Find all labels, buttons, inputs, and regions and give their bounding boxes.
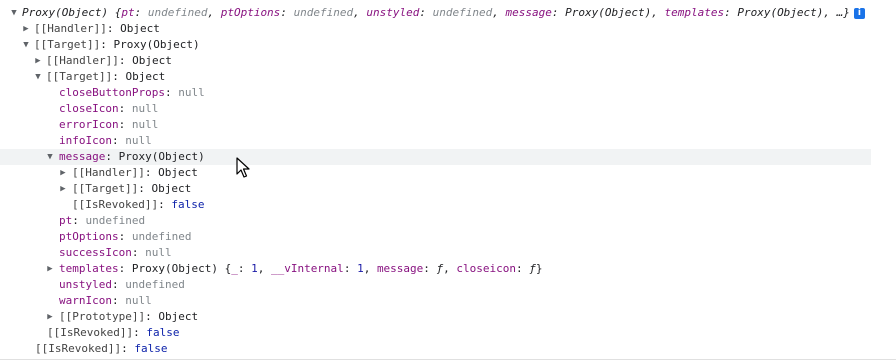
expanded-triangle-icon[interactable]: ▼ xyxy=(45,149,55,165)
property-value: Object xyxy=(132,54,172,67)
property-value: Proxy(Object) xyxy=(113,38,200,51)
proxy-summary-row[interactable]: ▼ Proxy(Object) {pt: undefined, ptOption… xyxy=(0,5,871,21)
collapsed-triangle-icon[interactable]: ▶ xyxy=(58,181,68,197)
handler-row[interactable]: ▶ [[Handler]]: Object xyxy=(0,21,871,37)
success-icon-row: successIcon: null xyxy=(59,246,172,259)
summary-key: pt xyxy=(121,6,135,19)
collapsed-triangle-icon[interactable]: ▶ xyxy=(21,21,31,37)
summary-prefix: Proxy(Object) { xyxy=(22,6,122,19)
property-key: warnIcon xyxy=(59,294,112,307)
property-key: infoIcon xyxy=(59,134,112,147)
property-value: null xyxy=(131,102,159,115)
prototype-row[interactable]: ▶ [[Prototype]]: Object xyxy=(0,309,871,325)
property-value: undefined xyxy=(85,214,146,227)
outer-revoked-row: [[IsRevoked]]: false xyxy=(35,342,168,355)
target-row[interactable]: ▼ [[Target]]: Proxy(Object) xyxy=(0,37,871,53)
collapsed-triangle-icon[interactable]: ▶ xyxy=(45,261,55,277)
property-key: successIcon xyxy=(59,246,132,259)
property-value: Object xyxy=(120,22,160,35)
summary-key: templates xyxy=(664,6,725,19)
property-key: [[IsRevoked]] xyxy=(35,342,122,355)
property-key: [[Handler]] xyxy=(46,54,119,67)
unstyled-row: unstyled: undefined xyxy=(59,278,185,291)
property-key: [[Handler]] xyxy=(34,22,107,35)
property-key: unstyled xyxy=(59,278,112,291)
property-value: Proxy(Object) xyxy=(118,150,205,163)
warn-icon-row: warnIcon: null xyxy=(59,294,152,307)
property-key: [[Prototype]] xyxy=(59,310,146,323)
property-value: Object xyxy=(125,70,166,83)
property-value: undefined xyxy=(125,278,185,291)
message-revoked-row: [[IsRevoked]]: false xyxy=(72,198,205,211)
property-value: undefined xyxy=(131,230,192,243)
property-value: null xyxy=(125,294,152,307)
property-value: false xyxy=(134,342,168,355)
summary-value: Proxy(Object) xyxy=(565,6,652,19)
summary-value: Proxy(Object) xyxy=(737,6,824,19)
property-key: message xyxy=(59,150,106,163)
pt-row: pt: undefined xyxy=(59,214,146,227)
inner-handler-row[interactable]: ▶ [[Handler]]: Object xyxy=(0,53,871,69)
property-key: [[Target]] xyxy=(46,70,113,83)
expanded-triangle-icon[interactable]: ▼ xyxy=(9,5,19,21)
property-key: [[Target]] xyxy=(72,182,139,195)
info-icon[interactable]: i xyxy=(853,7,865,19)
close-icon-row: closeIcon: null xyxy=(59,102,159,115)
collapsed-triangle-icon[interactable]: ▶ xyxy=(33,53,43,69)
inner-target-row[interactable]: ▼ [[Target]]: Object xyxy=(0,69,871,85)
close-button-props-row: closeButtonProps: null xyxy=(59,86,205,99)
message-row[interactable]: ▼ message: Proxy(Object) xyxy=(0,149,871,165)
summary-key: message xyxy=(505,6,552,19)
expanded-triangle-icon[interactable]: ▼ xyxy=(21,37,31,53)
property-value: Object xyxy=(158,166,198,179)
message-target-row[interactable]: ▶ [[Target]]: Object xyxy=(0,181,871,197)
summary-value: undefined xyxy=(147,6,208,19)
error-icon-row: errorIcon: null xyxy=(59,118,159,131)
collapsed-triangle-icon[interactable]: ▶ xyxy=(58,165,68,181)
summary-key: ptOptions xyxy=(220,6,281,19)
property-key: templates xyxy=(59,262,119,275)
info-icon-row: infoIcon: null xyxy=(59,134,152,147)
property-value: false xyxy=(171,198,205,211)
expanded-triangle-icon[interactable]: ▼ xyxy=(33,69,43,85)
collapsed-triangle-icon[interactable]: ▶ xyxy=(45,309,55,325)
property-key: [[Target]] xyxy=(34,38,101,51)
property-value: null xyxy=(131,118,159,131)
templates-preview: {_: 1, __vInternal: 1, message: ƒ, close… xyxy=(224,262,543,275)
property-value: null xyxy=(145,246,172,259)
property-value: null xyxy=(178,86,205,99)
property-value: Object xyxy=(158,310,199,323)
property-value: Object xyxy=(151,182,192,195)
summary-suffix: …} xyxy=(836,6,850,19)
message-handler-row[interactable]: ▶ [[Handler]]: Object xyxy=(0,165,871,181)
summary-key: unstyled xyxy=(366,6,420,19)
summary-value: undefined xyxy=(293,6,354,19)
property-key: [[IsRevoked]] xyxy=(72,198,159,211)
console-divider xyxy=(0,359,896,360)
proxy-summary-text: Proxy(Object) {pt: undefined, ptOptions:… xyxy=(22,5,865,21)
property-key: closeButtonProps xyxy=(59,86,165,99)
property-value: false xyxy=(146,326,180,339)
property-key: pt xyxy=(59,214,73,227)
property-value: null xyxy=(125,134,152,147)
property-value: Proxy(Object) xyxy=(131,262,218,275)
property-key: [[IsRevoked]] xyxy=(47,326,134,339)
property-key: ptOptions xyxy=(59,230,119,243)
property-key: [[Handler]] xyxy=(72,166,145,179)
summary-value: undefined xyxy=(432,6,493,19)
property-key: errorIcon xyxy=(59,118,119,131)
property-key: closeIcon xyxy=(59,102,119,115)
inner-revoked-row: [[IsRevoked]]: false xyxy=(47,326,180,339)
pt-options-row: ptOptions: undefined xyxy=(59,230,192,243)
mouse-pointer-icon xyxy=(236,157,250,178)
templates-row[interactable]: ▶ templates: Proxy(Object) {_: 1, __vInt… xyxy=(0,261,871,277)
